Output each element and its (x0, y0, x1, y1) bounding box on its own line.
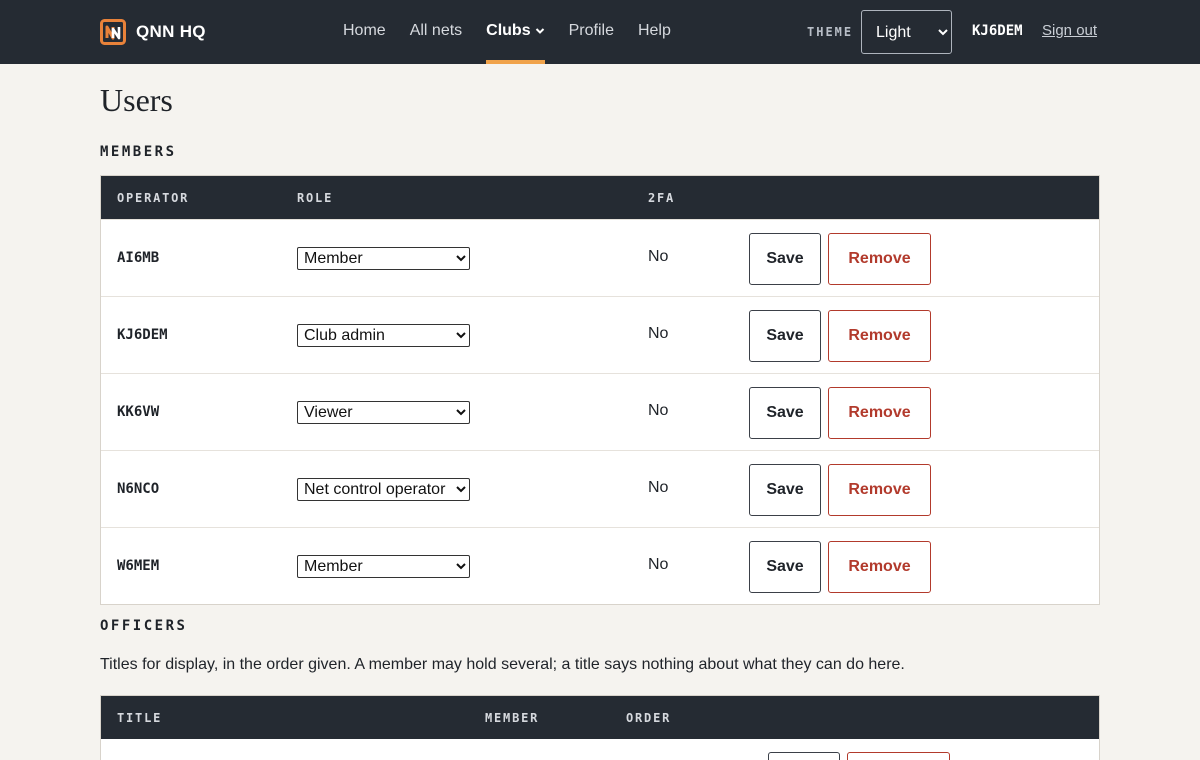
save-button[interactable]: Save (749, 233, 821, 285)
nav-profile[interactable]: Profile (569, 0, 614, 64)
role-select[interactable]: Club admin (297, 324, 470, 347)
table-row: KJ6DEM Club admin No Save Remove (101, 296, 1099, 373)
save-button[interactable]: Save (749, 464, 821, 516)
twofa-status: No (648, 479, 669, 496)
operator-callsign: N6NCO (117, 481, 160, 497)
officers-table-header: TITLE MEMBER ORDER (101, 696, 1099, 739)
table-row: KK6VW Viewer No Save Remove (101, 373, 1099, 450)
twofa-status: No (648, 556, 669, 573)
nav-clubs[interactable]: Clubs (486, 0, 546, 64)
officers-heading: OFFICERS (100, 618, 188, 634)
nav-clubs-label: Clubs (486, 22, 531, 39)
members-heading: MEMBERS (100, 144, 177, 160)
col-operator: OPERATOR (117, 191, 190, 205)
officer-remove-button[interactable] (847, 752, 950, 760)
twofa-status: No (648, 325, 669, 342)
table-row: W6MEM Member No Save Remove (101, 527, 1099, 604)
col-member: MEMBER (485, 711, 540, 725)
operator-callsign: AI6MB (117, 250, 160, 266)
nav-home[interactable]: Home (343, 0, 386, 64)
save-button[interactable]: Save (749, 541, 821, 593)
theme-select[interactable]: Light (861, 10, 952, 54)
role-select[interactable]: Net control operator (297, 478, 470, 501)
save-button[interactable]: Save (749, 310, 821, 362)
col-role: ROLE (297, 191, 334, 205)
twofa-status: No (648, 402, 669, 419)
role-select[interactable]: Member (297, 555, 470, 578)
remove-button[interactable]: Remove (828, 233, 931, 285)
chevron-down-icon (535, 28, 544, 34)
operator-callsign: KJ6DEM (117, 327, 168, 343)
brand-name: QNN HQ (136, 22, 206, 41)
role-select[interactable]: Viewer (297, 401, 470, 424)
role-select[interactable]: Member (297, 247, 470, 270)
members-table-header: OPERATOR ROLE 2FA (101, 176, 1099, 219)
table-row: N6NCO Net control operator No Save Remov… (101, 450, 1099, 527)
col-order: ORDER (626, 711, 672, 725)
main-nav: Home All nets Clubs Profile Help (343, 0, 671, 64)
nav-help[interactable]: Help (638, 0, 671, 64)
remove-button[interactable]: Remove (828, 387, 931, 439)
operator-callsign: KK6VW (117, 404, 160, 420)
page-title: Users (100, 82, 173, 118)
nav-all-nets[interactable]: All nets (410, 0, 462, 64)
remove-button[interactable]: Remove (828, 464, 931, 516)
top-bar: QNN HQ Home All nets Clubs Profile Help … (0, 0, 1200, 64)
operator-callsign: W6MEM (117, 558, 160, 574)
sign-out-link[interactable]: Sign out (1042, 22, 1097, 39)
col-title: TITLE (117, 711, 163, 725)
members-table: OPERATOR ROLE 2FA AI6MB Member No Save R… (100, 175, 1100, 605)
remove-button[interactable]: Remove (828, 541, 931, 593)
table-row: AI6MB Member No Save Remove (101, 219, 1099, 296)
qnn-logo-icon (100, 19, 126, 45)
remove-button[interactable]: Remove (828, 310, 931, 362)
theme-label: THEME (807, 25, 854, 39)
col-2fa: 2FA (648, 191, 676, 205)
twofa-status: No (648, 248, 669, 265)
user-callsign: KJ6DEM (972, 23, 1023, 39)
brand[interactable]: QNN HQ (100, 19, 206, 45)
officer-save-button[interactable] (768, 752, 840, 760)
officers-description: Titles for display, in the order given. … (100, 656, 905, 673)
officers-table: TITLE MEMBER ORDER (100, 695, 1100, 760)
save-button[interactable]: Save (749, 387, 821, 439)
